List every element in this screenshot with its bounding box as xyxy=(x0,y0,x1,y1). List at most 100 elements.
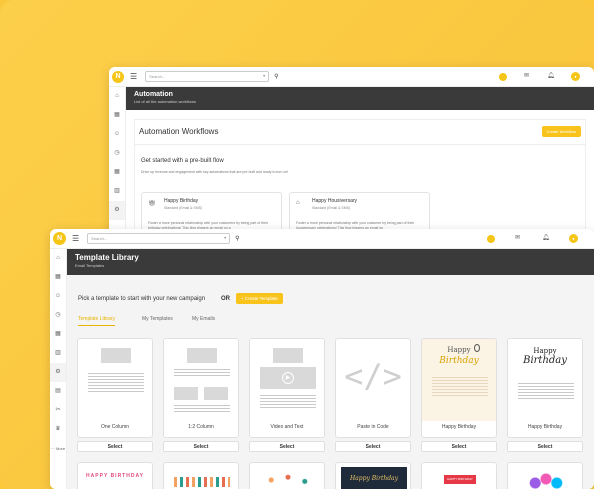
play-icon: ▶ xyxy=(282,372,294,384)
avatar[interactable]: ● xyxy=(569,234,578,243)
panel-title: Automation Workflows xyxy=(139,127,219,136)
tools-icon[interactable]: ✂ xyxy=(50,401,66,420)
image-placeholder xyxy=(101,348,131,363)
flow-subtitle: Standard (Email & SMS) xyxy=(312,206,351,210)
select-button[interactable]: Select xyxy=(249,441,325,452)
avatar[interactable]: ● xyxy=(571,72,580,81)
confetti-image xyxy=(260,473,316,487)
gift-icon: 🎁︎ xyxy=(148,201,156,207)
mail-icon[interactable]: ✉ xyxy=(515,234,520,241)
chevron-down-icon[interactable]: ▾ xyxy=(263,73,265,78)
create-workflow-button[interactable]: Create Workflow xyxy=(541,126,581,137)
balloon-icon xyxy=(474,344,480,352)
tab-template-library[interactable]: Template Library xyxy=(78,316,115,326)
menu-icon[interactable]: ☰ xyxy=(72,234,79,243)
tab-my-emails[interactable]: My Emails xyxy=(192,316,215,322)
automation-icon[interactable]: ⚙ xyxy=(109,201,125,220)
dark-birthday-image: Happy Birthday xyxy=(341,467,407,489)
template-card-1-2-column[interactable]: 1:2 Column xyxy=(163,338,239,438)
prompt-text: Pick a template to start with your new c… xyxy=(78,296,206,302)
select-button[interactable]: Select xyxy=(507,441,583,452)
card-text: HAPPY BIRTHDAY xyxy=(86,473,144,479)
flow-subtitle: Standard (Email & SMS) xyxy=(164,206,203,210)
template-library-window: N ☰ Search... ▾ ⚲ ✉ 🔔︎ ● ⌂ ▦ ☺ ◷ ▦ ▥ ⚙ ▤… xyxy=(50,229,594,489)
template-card[interactable] xyxy=(507,462,583,489)
text-lines xyxy=(518,381,574,401)
page-subtitle: List of all the automation workflows xyxy=(134,99,197,104)
select-button[interactable]: Select xyxy=(77,441,153,452)
text-lines xyxy=(260,393,316,410)
chart-icon[interactable]: ▥ xyxy=(50,344,66,363)
template-card[interactable] xyxy=(163,462,239,489)
template-label: 1:2 Column xyxy=(188,424,214,430)
create-template-button[interactable]: + Create Template xyxy=(236,293,283,304)
text-lines xyxy=(88,371,144,394)
menu-icon[interactable]: ☰ xyxy=(130,72,137,81)
card-text: HAPPY BIRTHDAY xyxy=(444,475,476,484)
template-card-video-and-text[interactable]: ▶ Video and Text xyxy=(249,338,325,438)
bell-icon[interactable]: 🔔︎ xyxy=(542,234,550,241)
template-card[interactable] xyxy=(249,462,325,489)
template-label: Happy Birthday xyxy=(527,424,563,430)
select-button[interactable]: Select xyxy=(421,441,497,452)
clock-icon[interactable]: ◷ xyxy=(109,144,125,163)
chart-icon[interactable]: ▥ xyxy=(109,182,125,201)
text-lines xyxy=(174,367,230,378)
app-logo[interactable]: N xyxy=(112,70,124,83)
divider xyxy=(135,144,585,145)
more-icon[interactable]: ⋯ More xyxy=(50,439,66,458)
template-card[interactable]: Happy Birthday xyxy=(335,462,411,489)
search-input[interactable]: Search... ▾ xyxy=(87,233,231,244)
notification-bulb-icon[interactable] xyxy=(487,235,495,243)
calendar-icon-2[interactable]: ▦ xyxy=(109,163,125,182)
select-button[interactable]: Select xyxy=(163,441,239,452)
calendar-icon-2[interactable]: ▦ xyxy=(50,325,66,344)
chevron-down-icon[interactable]: ▾ xyxy=(224,235,226,240)
candles-image xyxy=(174,477,230,487)
calendar-icon[interactable]: ▦ xyxy=(50,268,66,287)
code-icon: </> xyxy=(344,357,402,395)
or-text: OR xyxy=(221,296,230,302)
search-placeholder: Search... xyxy=(149,74,166,79)
page-subtitle: Email Templates xyxy=(75,263,105,268)
mail-icon[interactable]: ✉ xyxy=(524,72,529,79)
template-card-paste-in-code[interactable]: </> Paste in Code xyxy=(335,338,411,438)
image-placeholder xyxy=(273,348,303,363)
template-label: Happy Birthday xyxy=(441,424,477,430)
search-icon[interactable]: ⚲ xyxy=(235,235,239,242)
dashboard-icon[interactable]: ⌂ xyxy=(109,87,125,106)
bell-icon[interactable]: 🔔︎ xyxy=(547,72,555,79)
template-preview: Happy Birthday xyxy=(422,339,496,421)
user-icon[interactable]: ☺ xyxy=(50,287,66,306)
template-card-happy-birthday[interactable]: Happy Birthday Happy Birthday xyxy=(421,338,497,438)
template-card-one-column[interactable]: One Column xyxy=(77,338,153,438)
balloons-image xyxy=(528,471,564,489)
app-logo[interactable]: N xyxy=(53,232,66,245)
template-card[interactable]: HAPPY BIRTHDAY xyxy=(77,462,153,489)
tab-my-templates[interactable]: My Templates xyxy=(142,316,173,322)
template-label: Video and Text xyxy=(270,424,304,430)
dashboard-icon[interactable]: ⌂ xyxy=(50,249,66,268)
text-lines xyxy=(174,403,230,414)
template-label: Paste in Code xyxy=(357,424,389,430)
image-placeholder xyxy=(204,387,228,400)
select-button[interactable]: Select xyxy=(335,441,411,452)
calendar-icon[interactable]: ▦ xyxy=(109,106,125,125)
top-bar: N ☰ Search... ▾ ⚲ ✉ 🔔︎ ● xyxy=(50,229,594,249)
user-icon[interactable]: ☺ xyxy=(109,125,125,144)
template-card-happy-birthday-2[interactable]: Happy Birthday Happy Birthday xyxy=(507,338,583,438)
more-label: More xyxy=(56,446,66,451)
automation-icon[interactable]: ⚙ xyxy=(50,363,66,382)
document-icon[interactable]: ▤ xyxy=(50,382,66,401)
birthday-text: Birthday xyxy=(523,355,567,366)
trophy-icon[interactable]: ♛ xyxy=(50,420,66,439)
section-title: Get started with a pre-built flow xyxy=(141,158,224,164)
search-placeholder: Search... xyxy=(91,236,108,241)
template-card[interactable]: HAPPY BIRTHDAY xyxy=(421,462,497,489)
home-icon: ⌂ xyxy=(296,200,300,206)
image-placeholder xyxy=(174,387,198,400)
search-input[interactable]: Search... ▾ xyxy=(145,71,270,82)
clock-icon[interactable]: ◷ xyxy=(50,306,66,325)
search-icon[interactable]: ⚲ xyxy=(274,73,278,80)
notification-bulb-icon[interactable] xyxy=(499,73,507,81)
